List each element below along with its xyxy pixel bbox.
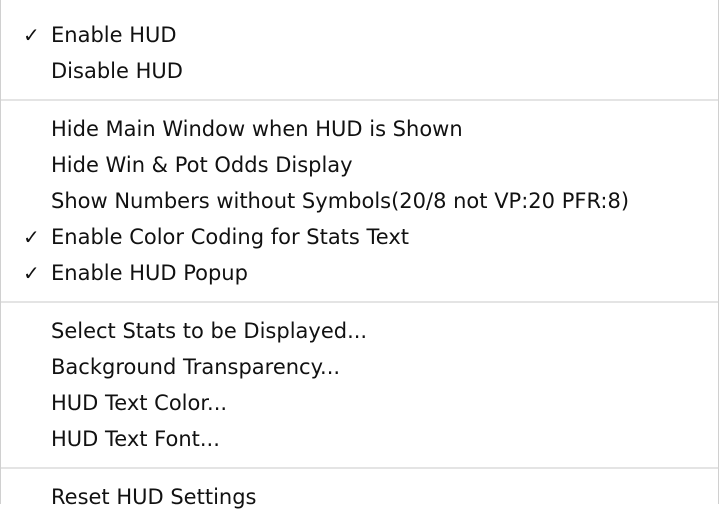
menu-item-label: Select Stats to be Displayed... (51, 319, 368, 343)
checkmark-icon: ✓ (23, 261, 40, 285)
menu-separator (1, 99, 718, 101)
hud-context-menu: ✓ Enable HUD Disable HUD Hide Main Windo… (0, 0, 719, 509)
menu-item-label: HUD Text Font... (51, 427, 220, 451)
checkmark-icon: ✓ (23, 23, 40, 47)
menu-item-hud-text-color[interactable]: HUD Text Color... (1, 385, 718, 421)
menu-item-enable-color-coding[interactable]: ✓ Enable Color Coding for Stats Text (1, 219, 718, 255)
menu-separator (1, 301, 718, 303)
checkmark-icon: ✓ (23, 225, 40, 249)
menu-item-disable-hud[interactable]: Disable HUD (1, 53, 718, 89)
menu-item-show-numbers-without-symbols[interactable]: Show Numbers without Symbols(20/8 not VP… (1, 183, 718, 219)
menu-section-reset: Reset HUD Settings (1, 473, 718, 521)
menu-item-label: Hide Win & Pot Odds Display (51, 153, 353, 177)
menu-item-label: Enable HUD Popup (51, 261, 248, 285)
menu-item-label: Disable HUD (51, 59, 183, 83)
menu-item-label: Enable Color Coding for Stats Text (51, 225, 410, 249)
menu-item-hide-main-window[interactable]: Hide Main Window when HUD is Shown (1, 111, 718, 147)
menu-section-hud-toggle: ✓ Enable HUD Disable HUD (1, 0, 718, 95)
menu-section-customize: Select Stats to be Displayed... Backgrou… (1, 307, 718, 463)
menu-item-label: Hide Main Window when HUD is Shown (51, 117, 463, 141)
menu-item-hide-win-pot-odds[interactable]: Hide Win & Pot Odds Display (1, 147, 718, 183)
menu-item-enable-hud-popup[interactable]: ✓ Enable HUD Popup (1, 255, 718, 291)
menu-item-background-transparency[interactable]: Background Transparency... (1, 349, 718, 385)
menu-item-hud-text-font[interactable]: HUD Text Font... (1, 421, 718, 457)
menu-item-label: Background Transparency... (51, 355, 341, 379)
menu-item-label: HUD Text Color... (51, 391, 228, 415)
menu-item-enable-hud[interactable]: ✓ Enable HUD (1, 17, 718, 53)
menu-item-reset-hud-settings[interactable]: Reset HUD Settings (1, 479, 718, 515)
menu-item-label: Reset HUD Settings (51, 485, 257, 509)
menu-section-display-options: Hide Main Window when HUD is Shown Hide … (1, 105, 718, 297)
menu-item-label: Enable HUD (51, 23, 177, 47)
menu-item-select-stats[interactable]: Select Stats to be Displayed... (1, 313, 718, 349)
menu-item-label: Show Numbers without Symbols(20/8 not VP… (51, 189, 630, 213)
menu-separator (1, 467, 718, 469)
